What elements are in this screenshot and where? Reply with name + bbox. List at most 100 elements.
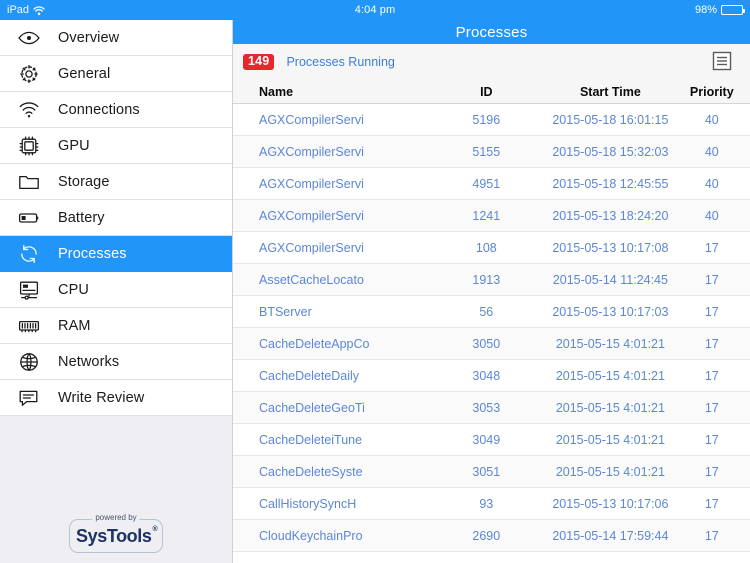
sidebar-item-cpu[interactable]: CPU bbox=[0, 272, 232, 308]
table-row[interactable]: BTServer 56 2015-05-13 10:17:03 17 bbox=[233, 296, 750, 328]
table-row[interactable]: CacheDeleteAppCo 3050 2015-05-15 4:01:21 17 bbox=[233, 328, 750, 360]
memory-icon bbox=[14, 313, 44, 339]
cell-start-time: 2015-05-14 11:24:45 bbox=[552, 272, 668, 287]
cell-name: CacheDeleteiTune bbox=[259, 432, 363, 447]
registered-mark: ® bbox=[152, 526, 158, 533]
sidebar-item-ram[interactable]: RAM bbox=[0, 308, 232, 344]
cell-name: CallHistorySyncH bbox=[259, 496, 357, 511]
sidebar-footer: powered by SysTools® bbox=[0, 416, 232, 563]
sidebar-item-label: General bbox=[58, 65, 111, 82]
cell-id: 3048 bbox=[472, 368, 501, 383]
cell-start-time: 2015-05-15 4:01:21 bbox=[555, 400, 665, 415]
cell-priority: 40 bbox=[704, 112, 719, 127]
sidebar-item-processes[interactable]: Processes bbox=[0, 236, 232, 272]
gear-icon bbox=[14, 61, 44, 87]
process-count-badge: 149 bbox=[243, 53, 275, 71]
battery-icon bbox=[721, 5, 745, 15]
cell-id: 1913 bbox=[472, 272, 501, 287]
eye-icon bbox=[14, 25, 44, 51]
app-root: iPad 4:04 pm 98% Overview General Connecti… bbox=[0, 0, 750, 563]
list-icon[interactable] bbox=[710, 49, 734, 73]
refresh-icon bbox=[14, 241, 44, 267]
sidebar-item-write-review[interactable]: Write Review bbox=[0, 380, 232, 416]
column-header-name[interactable]: Name bbox=[233, 85, 429, 99]
table-row[interactable]: CloudKeychainPro 2690 2015-05-14 17:59:44 1… bbox=[233, 520, 750, 552]
systools-logo: powered by SysTools® bbox=[69, 513, 163, 553]
table-row[interactable]: AGXCompilerServi 1241 2015-05-13 18:24:20 4… bbox=[233, 200, 750, 232]
cell-start-time: 2015-05-13 10:17:06 bbox=[552, 496, 669, 511]
sidebar-item-label: Battery bbox=[58, 209, 105, 226]
cell-priority: 17 bbox=[704, 304, 719, 319]
cell-start-time: 2015-05-13 18:24:20 bbox=[552, 208, 669, 223]
table-row[interactable]: CacheDeleteiTune 3049 2015-05-15 4:01:21 17 bbox=[233, 424, 750, 456]
chip-icon bbox=[14, 133, 44, 159]
sidebar-item-label: Write Review bbox=[58, 389, 145, 406]
cell-id: 4951 bbox=[472, 176, 501, 191]
table-row[interactable]: AssetCacheLocato 1913 2015-05-14 11:24:45 1… bbox=[233, 264, 750, 296]
column-header-priority[interactable]: Priority bbox=[678, 85, 750, 99]
cell-start-time: 2015-05-13 10:17:03 bbox=[552, 304, 669, 319]
cell-priority: 17 bbox=[704, 432, 719, 447]
sidebar-item-general[interactable]: General bbox=[0, 56, 232, 92]
cell-name: CloudKeychainPro bbox=[259, 528, 363, 543]
table-row[interactable]: CallHistorySyncH 93 2015-05-13 10:17:06 17 bbox=[233, 488, 750, 520]
cell-priority: 40 bbox=[704, 176, 719, 191]
cell-priority: 17 bbox=[704, 336, 719, 351]
cell-name: CacheDeleteDaily bbox=[259, 368, 360, 383]
cell-name: BTServer bbox=[259, 304, 312, 319]
sidebar-item-label: Connections bbox=[58, 101, 140, 118]
cell-id: 5155 bbox=[472, 144, 501, 159]
cell-start-time: 2015-05-15 4:01:21 bbox=[555, 464, 665, 479]
cell-start-time: 2015-05-15 4:01:21 bbox=[555, 432, 665, 447]
status-bar: iPad 4:04 pm 98% bbox=[0, 0, 750, 20]
sidebar-item-label: Networks bbox=[58, 353, 120, 370]
cell-id: 108 bbox=[475, 240, 497, 255]
cell-id: 93 bbox=[479, 496, 494, 511]
cell-name: AssetCacheLocato bbox=[259, 272, 364, 287]
table-row[interactable]: CacheDeleteSyste 3051 2015-05-15 4:01:21 17 bbox=[233, 456, 750, 488]
sidebar-item-connections[interactable]: Connections bbox=[0, 92, 232, 128]
cell-name: AGXCompilerServi bbox=[259, 144, 364, 159]
cell-priority: 17 bbox=[704, 272, 719, 287]
cell-start-time: 2015-05-15 4:01:21 bbox=[555, 336, 665, 351]
sidebar-item-overview[interactable]: Overview bbox=[0, 20, 232, 56]
logo-powered-by-label: powered by bbox=[92, 513, 140, 522]
table-row[interactable]: CacheDeleteDaily 3048 2015-05-15 4:01:21 17 bbox=[233, 360, 750, 392]
sidebar-item-networks[interactable]: Networks bbox=[0, 344, 232, 380]
table-row[interactable]: CacheDeleteGeoTi 3053 2015-05-15 4:01:21 17 bbox=[233, 392, 750, 424]
sidebar-item-label: Storage bbox=[58, 173, 110, 190]
nav-bar: Processes bbox=[233, 20, 750, 44]
cell-priority: 40 bbox=[704, 208, 719, 223]
process-table-body[interactable]: AGXCompilerServi 5196 2015-05-18 16:01:15 4… bbox=[233, 104, 750, 563]
cell-name: AGXCompilerServi bbox=[259, 176, 364, 191]
sidebar: Overview General Connections GPU Storage Batt… bbox=[0, 20, 233, 563]
cell-name: CacheDeleteSyste bbox=[259, 464, 363, 479]
cell-name: AGXCompilerServi bbox=[259, 240, 364, 255]
folder-icon bbox=[14, 169, 44, 195]
sidebar-item-battery[interactable]: Battery bbox=[0, 200, 232, 236]
process-count-label: Processes Running bbox=[286, 55, 395, 69]
table-row[interactable]: AGXCompilerServi 5155 2015-05-18 15:32:03 4… bbox=[233, 136, 750, 168]
column-header-start-time[interactable]: Start Time bbox=[543, 85, 677, 99]
column-header-id[interactable]: ID bbox=[429, 85, 543, 99]
cell-id: 5196 bbox=[472, 112, 501, 127]
table-row[interactable]: AGXCompilerServi 108 2015-05-13 10:17:08 17 bbox=[233, 232, 750, 264]
cell-start-time: 2015-05-15 4:01:21 bbox=[555, 368, 665, 383]
sidebar-item-storage[interactable]: Storage bbox=[0, 164, 232, 200]
table-row[interactable]: AGXCompilerServi 5196 2015-05-18 16:01:15 4… bbox=[233, 104, 750, 136]
table-header-row: Name ID Start Time Priority bbox=[233, 80, 750, 104]
cell-start-time: 2015-05-18 15:32:03 bbox=[552, 144, 669, 159]
cell-name: AGXCompilerServi bbox=[259, 112, 364, 127]
sidebar-item-gpu[interactable]: GPU bbox=[0, 128, 232, 164]
cell-id: 3050 bbox=[472, 336, 501, 351]
cell-id: 3051 bbox=[472, 464, 501, 479]
comment-icon bbox=[14, 385, 44, 411]
cell-start-time: 2015-05-18 16:01:15 bbox=[552, 112, 669, 127]
cell-start-time: 2015-05-18 12:45:55 bbox=[552, 176, 669, 191]
cell-start-time: 2015-05-13 10:17:08 bbox=[552, 240, 669, 255]
cell-priority: 40 bbox=[704, 144, 719, 159]
cell-id: 2690 bbox=[472, 528, 501, 543]
body-split: Overview General Connections GPU Storage Batt… bbox=[0, 20, 750, 563]
table-row[interactable]: AGXCompilerServi 4951 2015-05-18 12:45:55 4… bbox=[233, 168, 750, 200]
cell-priority: 17 bbox=[704, 464, 719, 479]
